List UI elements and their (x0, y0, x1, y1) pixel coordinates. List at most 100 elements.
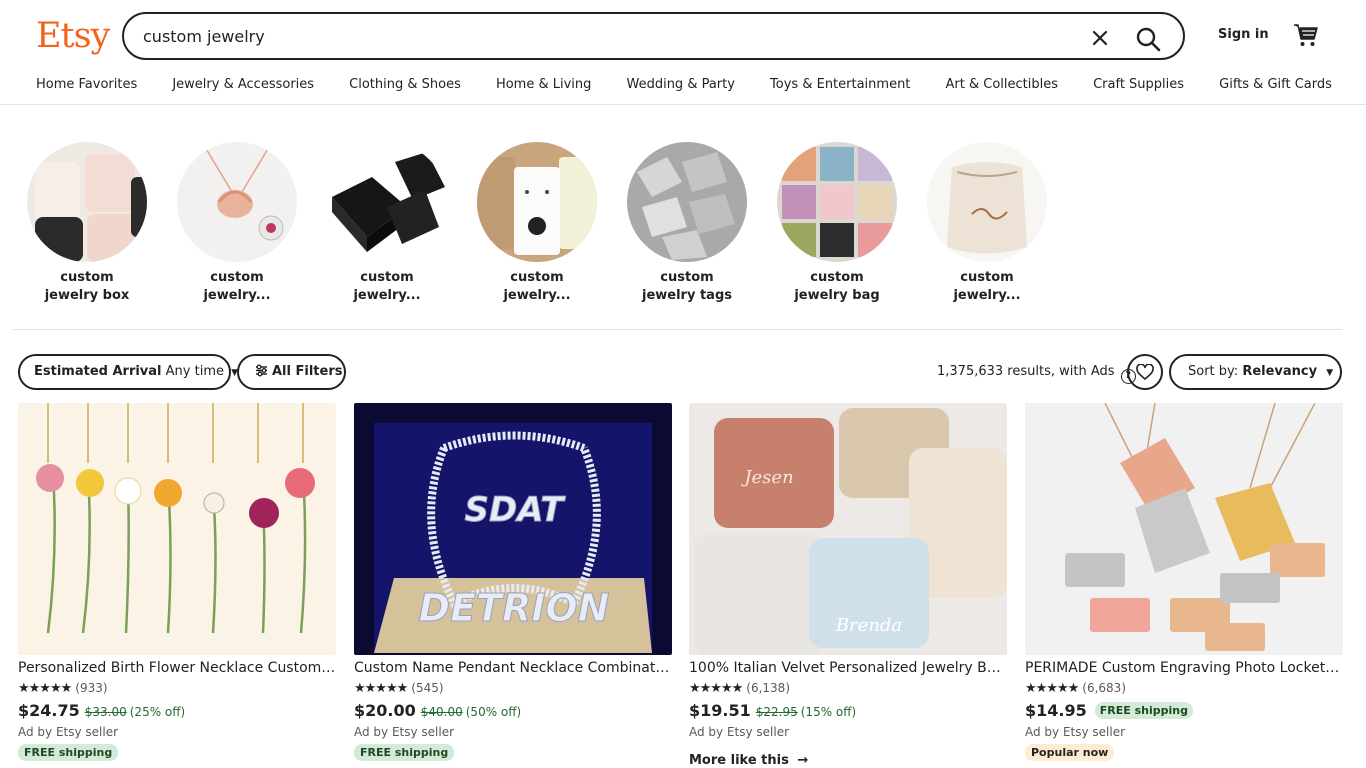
category-image (927, 142, 1047, 262)
sale-price: $14.95 (1025, 701, 1087, 720)
svg-text:Brenda: Brenda (835, 615, 902, 636)
star-rating-icon: ★★★★★ (689, 681, 743, 696)
listing-title[interactable]: Personalized Birth Flower Necklace Custo… (18, 659, 336, 677)
listing-image[interactable] (1025, 403, 1343, 655)
nav-clothing-shoes[interactable]: Clothing & Shoes (349, 76, 461, 96)
sort-label: Sort by: (1188, 364, 1239, 379)
etsy-logo[interactable]: Etsy (36, 13, 110, 59)
section-divider (12, 329, 1342, 330)
nav-home-living[interactable]: Home & Living (496, 76, 591, 96)
category-image (27, 142, 147, 262)
review-count: (6,138) (746, 681, 790, 695)
results-text: 1,375,633 results, with Ads (937, 364, 1115, 379)
nav-art-collectibles[interactable]: Art & Collectibles (946, 76, 1058, 96)
listing-title[interactable]: 100% Italian Velvet Personalized Jewelry… (689, 659, 1007, 677)
category-image (177, 142, 297, 262)
listing-price: $19.51 $22.95 (15% off) (689, 701, 856, 722)
category-nav: Home Favorites Jewelry & Accessories Clo… (36, 76, 1332, 96)
related-search-item[interactable]: custom jewelry... (177, 142, 297, 305)
results-count: 1,375,633 results, with Ads ? (937, 364, 1136, 384)
ad-label: Ad by Etsy seller (689, 725, 790, 739)
favorite-search-button[interactable] (1127, 354, 1163, 390)
listing-rating: ★★★★★ (6,683) (1025, 680, 1126, 697)
close-icon[interactable] (1086, 24, 1114, 52)
star-rating-icon: ★★★★★ (1025, 681, 1079, 696)
category-label-line2: jewelry... (203, 288, 271, 303)
category-label-line1: custom (810, 270, 864, 285)
more-like-this-label: More like this (689, 753, 789, 768)
nav-craft-supplies[interactable]: Craft Supplies (1093, 76, 1184, 96)
sale-price: $24.75 (18, 701, 80, 720)
all-filters-button[interactable]: All Filters (237, 354, 346, 390)
search-icon[interactable] (1132, 23, 1164, 55)
nav-jewelry-accessories[interactable]: Jewelry & Accessories (172, 76, 314, 96)
more-like-this-link[interactable]: More like this → (689, 753, 808, 768)
search-bar[interactable]: custom jewelry (122, 12, 1185, 60)
category-label-line2: jewelry... (953, 288, 1021, 303)
review-count: (6,683) (1082, 681, 1126, 695)
original-price: $22.95 (755, 705, 798, 719)
star-rating-icon: ★★★★★ (354, 681, 408, 696)
sale-price: $20.00 (354, 701, 416, 720)
original-price: $40.00 (420, 705, 463, 719)
category-image (627, 142, 747, 262)
review-count: (933) (75, 681, 108, 695)
ad-label: Ad by Etsy seller (1025, 725, 1126, 739)
svg-text:Jesen: Jesen (740, 467, 793, 488)
category-label-line2: jewelry tags (642, 288, 732, 303)
listing-image[interactable]: SDAT DETRION (354, 403, 672, 655)
search-input[interactable]: custom jewelry (143, 27, 265, 46)
category-label-line2: jewelry box (44, 288, 130, 303)
listing-card[interactable]: SDAT DETRION Custom Name Pendant Necklac… (354, 403, 672, 768)
caret-down-icon: ▼ (1326, 368, 1334, 378)
listing-card[interactable]: PERIMADE Custom Engraving Photo Locket •… (1025, 403, 1343, 768)
listing-title[interactable]: PERIMADE Custom Engraving Photo Locket •… (1025, 659, 1343, 677)
nav-home-favorites[interactable]: Home Favorites (36, 76, 137, 96)
listing-price: $24.75 $33.00 (25% off) (18, 701, 185, 722)
estimated-arrival-filter[interactable]: Estimated Arrival Any time ▼ (18, 354, 238, 390)
discount: (50% off) (465, 705, 522, 719)
related-search-item[interactable]: custom jewelry tags (627, 142, 747, 305)
listing-rating: ★★★★★ (545) (354, 680, 444, 697)
nav-gifts-gift-cards[interactable]: Gifts & Gift Cards (1219, 76, 1332, 96)
category-label-line2: jewelry bag (794, 288, 880, 303)
arrow-right-icon: → (797, 753, 809, 768)
listing-image[interactable]: Jesen Brenda (689, 403, 1007, 655)
related-search-item[interactable]: custom jewelry... (477, 142, 597, 305)
ad-label: Ad by Etsy seller (354, 725, 455, 739)
category-label-line1: custom (960, 270, 1014, 285)
category-label-line1: custom (510, 270, 564, 285)
related-search-item[interactable]: custom jewelry... (327, 142, 447, 305)
related-search-item[interactable]: custom jewelry box (27, 142, 147, 305)
category-label-line1: custom (360, 270, 414, 285)
sign-in-link[interactable]: Sign in (1218, 27, 1269, 42)
site-header: Etsy custom jewelry Sign in Home Favorit… (0, 0, 1366, 105)
original-price: $33.00 (84, 705, 127, 719)
svg-text:DETRION: DETRION (419, 586, 610, 630)
category-image (477, 142, 597, 262)
free-shipping-badge: FREE shipping (1094, 702, 1193, 719)
category-label-line1: custom (60, 270, 114, 285)
svg-text:SDAT: SDAT (465, 490, 567, 530)
heart-icon (1136, 363, 1154, 385)
all-filters-label: All Filters (272, 364, 343, 379)
filter-sliders-icon (255, 358, 268, 390)
listing-card[interactable]: Personalized Birth Flower Necklace Custo… (18, 403, 336, 768)
related-search-item[interactable]: custom jewelry... (927, 142, 1047, 305)
star-rating-icon: ★★★★★ (18, 681, 72, 696)
sort-dropdown[interactable]: Sort by: Relevancy ▼ (1169, 354, 1342, 390)
ad-label: Ad by Etsy seller (18, 725, 119, 739)
nav-toys-entertainment[interactable]: Toys & Entertainment (770, 76, 910, 96)
nav-wedding-party[interactable]: Wedding & Party (626, 76, 734, 96)
listing-rating: ★★★★★ (933) (18, 680, 108, 697)
free-shipping-badge: FREE shipping (18, 744, 119, 761)
related-search-item[interactable]: custom jewelry bag (777, 142, 897, 305)
listing-card[interactable]: Jesen Brenda 100% Italian Velvet Persona… (689, 403, 1007, 768)
sale-price: $19.51 (689, 701, 751, 720)
listing-image[interactable] (18, 403, 336, 655)
listing-price: $14.95 FREE shipping (1025, 701, 1193, 721)
free-shipping-badge: FREE shipping (354, 744, 455, 761)
listing-title[interactable]: Custom Name Pendant Necklace Combination… (354, 659, 672, 677)
cart-icon[interactable] (1293, 22, 1319, 48)
discount: (25% off) (129, 705, 186, 719)
